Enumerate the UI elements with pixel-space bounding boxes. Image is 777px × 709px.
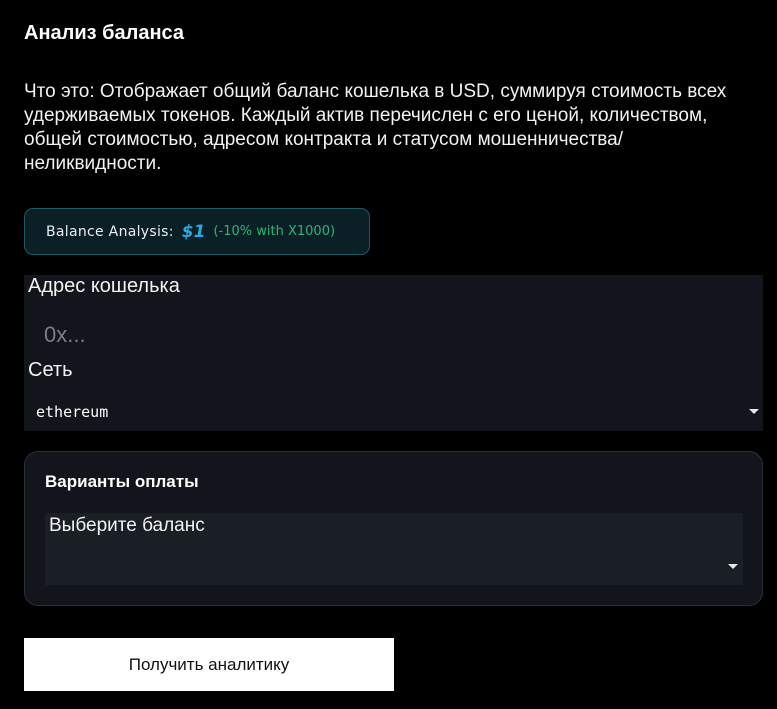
badge-price: $1 xyxy=(181,221,206,242)
wallet-address-label: Адрес кошелька xyxy=(28,275,180,297)
badge-discount-note: (-10% with X1000) xyxy=(213,224,336,239)
page-description: Что это: Отображает общий баланс кошельк… xyxy=(24,81,727,174)
network-label: Сеть xyxy=(28,359,73,381)
chevron-down-icon xyxy=(749,409,759,414)
network-select-value: ethereum xyxy=(36,403,109,421)
get-analytics-button[interactable]: Получить аналитику xyxy=(24,638,394,691)
payment-options-title: Варианты оплаты xyxy=(45,472,199,491)
price-badge: Balance Analysis: $1 (-10% with X1000) xyxy=(24,208,370,255)
wallet-form: Адрес кошелька Сеть ethereum xyxy=(24,275,763,431)
badge-label: Balance Analysis: xyxy=(46,223,174,240)
payment-options-panel: Варианты оплаты Выберите баланс xyxy=(24,451,763,606)
balance-select[interactable]: Выберите баланс xyxy=(45,513,743,585)
network-select[interactable]: ethereum xyxy=(24,391,763,431)
balance-analysis-page: Анализ баланса Что это: Отображает общий… xyxy=(0,0,777,709)
wallet-address-input[interactable] xyxy=(28,315,759,355)
chevron-down-icon xyxy=(728,564,738,569)
balance-select-label: Выберите баланс xyxy=(49,515,205,536)
page-title: Анализ баланса xyxy=(24,22,185,44)
